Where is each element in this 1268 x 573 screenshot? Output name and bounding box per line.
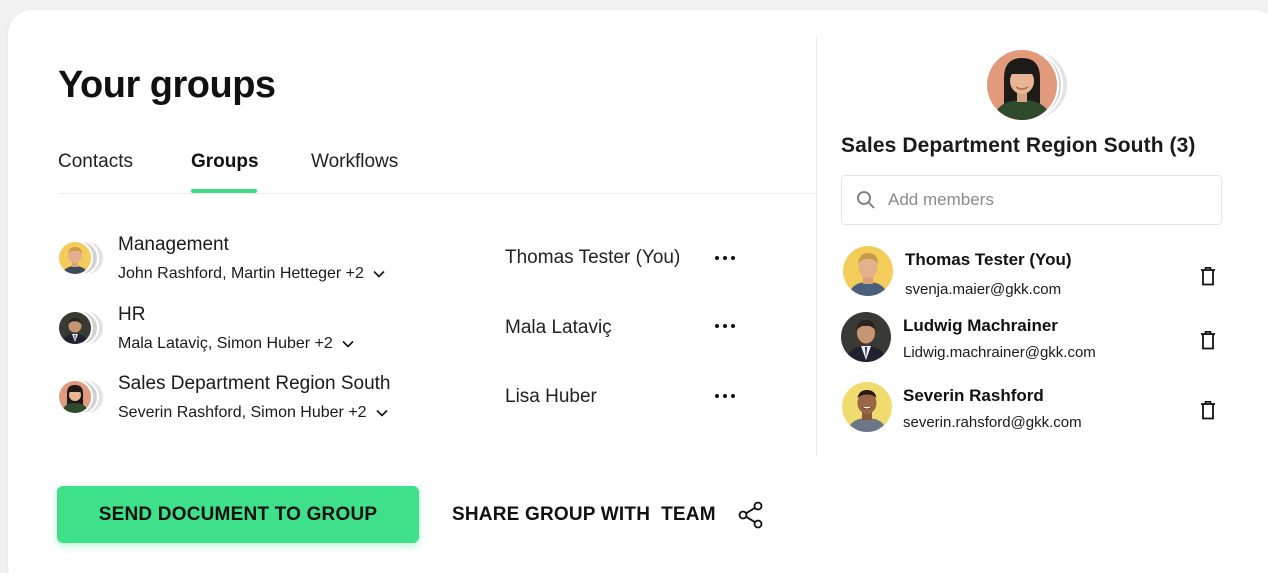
tab-contacts[interactable]: Contacts [58, 151, 133, 173]
group-members: Severin Rashford, Simon Huber +2 [118, 404, 367, 421]
delete-icon[interactable] [1200, 330, 1216, 350]
chevron-down-icon [342, 340, 354, 348]
send-document-button[interactable]: SEND DOCUMENT TO GROUP [57, 486, 419, 543]
more-options-icon[interactable] [712, 316, 738, 336]
panel-divider [816, 36, 817, 456]
group-members: John Rashford, Martin Hetteger +2 [118, 265, 364, 282]
blond-man-avatar [57, 240, 93, 276]
group-members-dropdown[interactable]: John Rashford, Martin Hetteger +2 [118, 265, 386, 283]
group-members: Mala Lataviç, Simon Huber +2 [118, 335, 333, 352]
more-options-icon[interactable] [712, 248, 738, 268]
member-name: Severin Rashford [903, 386, 1044, 405]
group-name: Sales Department Region South [118, 373, 391, 394]
chevron-down-icon [376, 409, 388, 417]
smiling-man-avatar [842, 382, 892, 432]
selected-group-avatar [985, 48, 1085, 122]
group-owner: Mala Lataviç [505, 317, 612, 338]
member-item: Ludwig Machrainer Lidwig.machrainer@gkk.… [841, 312, 1223, 368]
add-members-input[interactable] [888, 190, 1188, 210]
selected-group-title: Sales Department Region South (3) [841, 134, 1196, 157]
group-row-sales-south[interactable]: Sales Department Region South Severin Ra… [57, 373, 757, 433]
group-avatar-stack [57, 240, 107, 276]
member-item: Severin Rashford severin.rahsford@gkk.co… [842, 382, 1223, 438]
group-members-dropdown[interactable]: Severin Rashford, Simon Huber +2 [118, 404, 389, 422]
member-email: severin.rahsford@gkk.com [903, 414, 1082, 431]
share-icon [738, 501, 763, 529]
group-owner: Lisa Huber [505, 386, 597, 407]
member-name: Ludwig Machrainer [903, 316, 1058, 335]
group-name: HR [118, 304, 146, 325]
group-avatar-stack [57, 310, 107, 346]
tabs-divider [58, 193, 816, 194]
man-in-suit-avatar [841, 312, 891, 362]
man-in-suit-avatar [57, 310, 93, 346]
member-item: Thomas Tester (You) svenja.maier@gkk.com [843, 246, 1223, 302]
tab-groups[interactable]: Groups [191, 151, 259, 173]
member-email: Lidwig.machrainer@gkk.com [903, 344, 1096, 361]
tab-workflows[interactable]: Workflows [311, 151, 398, 173]
add-members-search[interactable] [841, 175, 1222, 225]
group-owner: Thomas Tester (You) [505, 247, 681, 268]
chevron-down-icon [373, 270, 385, 278]
more-options-icon[interactable] [712, 386, 738, 406]
delete-icon[interactable] [1200, 400, 1216, 420]
member-name: Thomas Tester (You) [905, 250, 1072, 269]
delete-icon[interactable] [1200, 266, 1216, 286]
group-members-dropdown[interactable]: Mala Lataviç, Simon Huber +2 [118, 335, 355, 353]
page-title: Your groups [58, 64, 276, 106]
blond-man-avatar [843, 246, 893, 296]
share-group-button[interactable]: SHARE GROUP WITH TEAM [452, 501, 764, 529]
group-row-hr[interactable]: HR Mala Lataviç, Simon Huber +2 Mala Lat… [57, 304, 757, 364]
group-avatar-stack [57, 379, 107, 415]
search-icon [857, 191, 875, 209]
share-group-label: SHARE GROUP WITH TEAM [452, 504, 716, 525]
group-row-management[interactable]: Management John Rashford, Martin Hettege… [57, 234, 757, 294]
group-name: Management [118, 234, 229, 255]
woman-dark-hair-avatar [57, 379, 93, 415]
woman-dark-hair-avatar [985, 48, 1059, 122]
member-email: svenja.maier@gkk.com [905, 281, 1062, 298]
